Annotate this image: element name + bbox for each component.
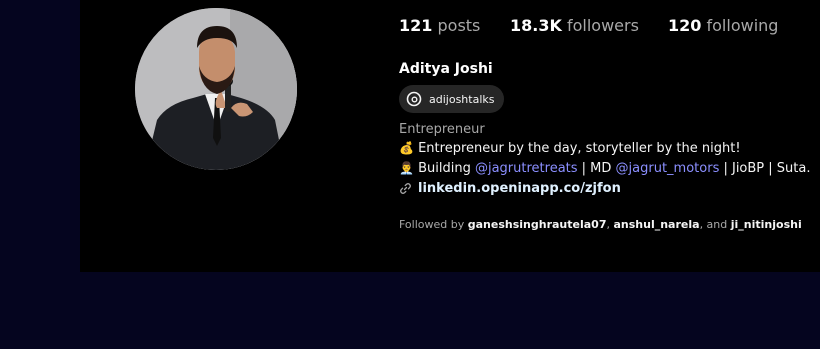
posts-label: posts xyxy=(437,16,481,35)
followers-stat[interactable]: 18.3K followers xyxy=(510,16,639,35)
bio-line-2-mid: | MD xyxy=(577,161,616,176)
bio-line-1-text: Entrepreneur by the day, storyteller by … xyxy=(418,141,741,156)
profile-name: Aditya Joshi xyxy=(399,61,493,77)
follower-user-3: ji_nitinjoshi xyxy=(730,218,802,231)
following-label: following xyxy=(706,16,779,35)
following-stat[interactable]: 120 following xyxy=(668,16,778,35)
avatar-photo xyxy=(135,8,297,170)
mention-jagrutretreats[interactable]: @jagrutretreats xyxy=(475,161,578,176)
followed-by-sep-2: , and xyxy=(699,218,731,231)
threads-handle: adijoshtalks xyxy=(429,92,495,106)
followed-by-prefix: Followed by xyxy=(399,218,468,231)
threads-icon xyxy=(405,90,423,108)
profile-stats: 121 posts 18.3K followers 120 following xyxy=(399,16,820,40)
money-bag-icon: 💰 xyxy=(399,141,414,155)
followers-label: followers xyxy=(566,16,639,35)
profile-avatar[interactable] xyxy=(135,8,297,170)
followers-count: 18.3K xyxy=(510,16,562,35)
mention-jagrut-motors[interactable]: @jagrut_motors xyxy=(616,161,720,176)
link-icon xyxy=(399,182,412,195)
posts-stat: 121 posts xyxy=(399,16,480,35)
businessman-icon: 👨‍💼 xyxy=(399,161,414,175)
profile-link-text: linkedin.openinapp.co/zjfon xyxy=(418,181,621,196)
following-count: 120 xyxy=(668,16,702,35)
bio-line-2-prefix: Building xyxy=(418,161,475,176)
follower-user-2: anshul_narela xyxy=(613,218,700,231)
follower-user-1: ganeshsinghrautela07 xyxy=(467,218,607,231)
profile-link[interactable]: linkedin.openinapp.co/zjfon xyxy=(399,181,621,196)
bio-line-2: 👨‍💼 Building @jagrutretreats | MD @jagru… xyxy=(399,161,810,176)
bio-line-2-suffix: | JioBP | Suta. xyxy=(719,161,811,176)
profile-category: Entrepreneur xyxy=(399,122,485,137)
posts-count: 121 xyxy=(399,16,433,35)
bio-line-1: 💰 Entrepreneur by the day, storyteller b… xyxy=(399,141,741,156)
followed-by[interactable]: Followed by ganeshsinghrautela07, anshul… xyxy=(399,218,802,231)
threads-badge[interactable]: adijoshtalks xyxy=(399,85,505,113)
